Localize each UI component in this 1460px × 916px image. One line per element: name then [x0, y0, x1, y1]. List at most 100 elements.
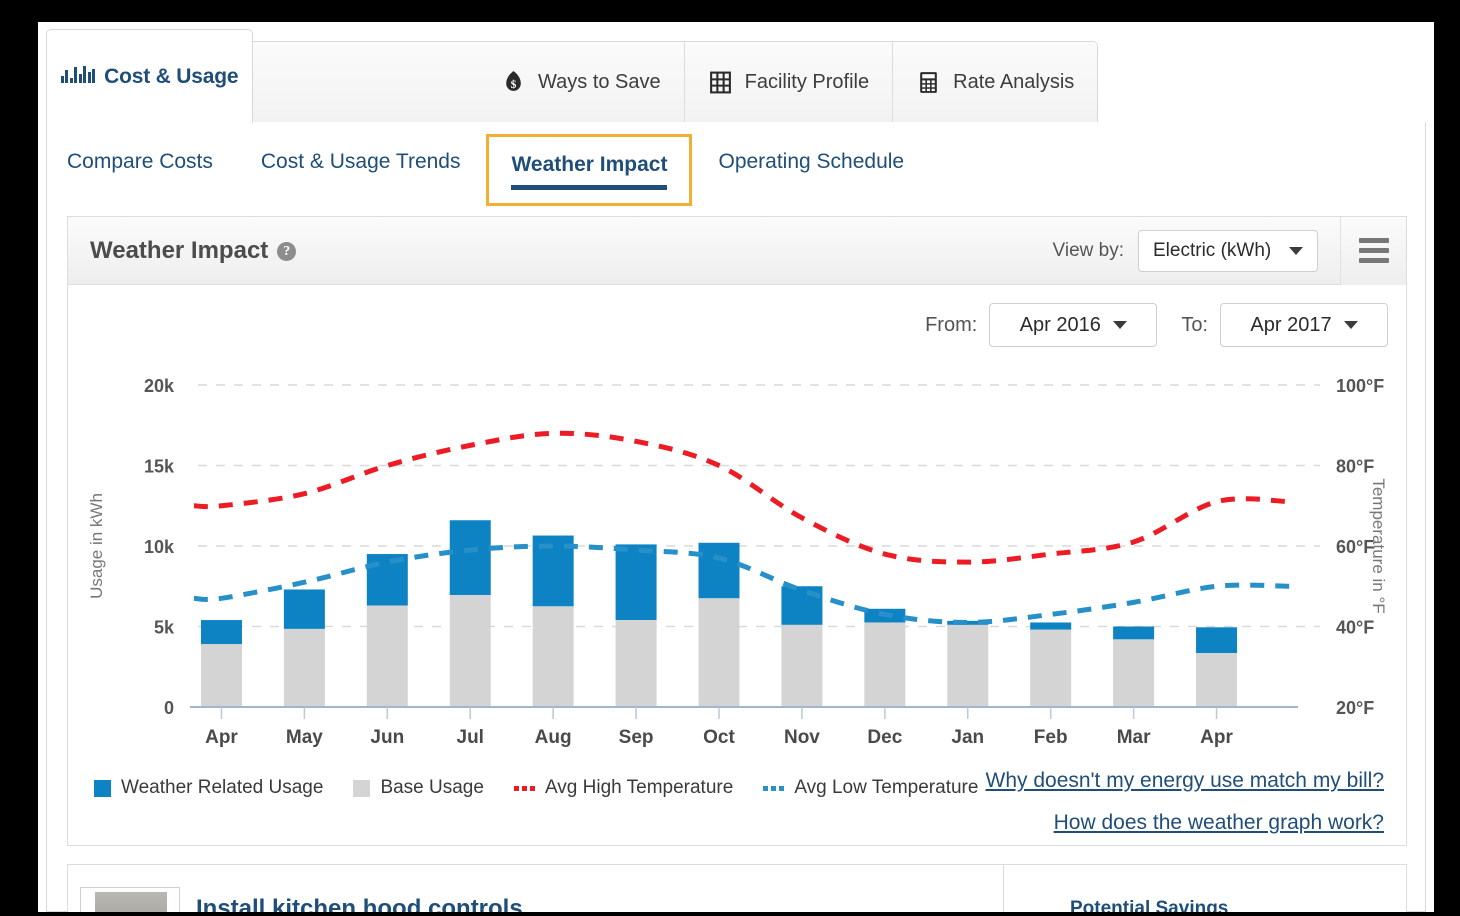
y-axis-tick-label: 5k: [154, 618, 175, 638]
x-axis-tick-label: May: [286, 727, 323, 748]
y2-axis-tick-label: 80°F: [1336, 457, 1374, 477]
x-axis-tick-label: Dec: [867, 727, 902, 748]
screenshot-root: $ Ways to Save Facility Profile: [0, 0, 1460, 916]
question-mark-circle-icon[interactable]: ?: [277, 242, 296, 261]
panel-title: Weather Impact?: [90, 237, 296, 265]
bar-base-usage: [947, 625, 988, 707]
date-range-controls: From: Apr 2016 To: Apr 2017: [913, 303, 1388, 347]
bar-weather-related-usage: [1030, 622, 1071, 629]
from-date-select[interactable]: Apr 2016: [989, 303, 1157, 347]
bar-weather-related-usage: [781, 586, 822, 625]
active-tab-underline: [511, 185, 667, 190]
bar-base-usage: [1030, 630, 1071, 707]
tab-label: Ways to Save: [538, 71, 661, 94]
recommendation-row[interactable]: Install kitchen hood controls Potential …: [67, 864, 1407, 912]
secondary-tab-row: Compare Costs Cost & Usage Trends Weathe…: [67, 150, 952, 190]
bar-weather-related-usage: [201, 620, 242, 644]
y-axis-tick-label: 10k: [144, 537, 175, 557]
from-date-value: Apr 2016: [1020, 314, 1101, 337]
y2-axis-tick-label: 100°F: [1336, 376, 1384, 396]
kitchen-hood-thumbnail: [80, 887, 180, 912]
x-axis-tick-label: Jan: [951, 727, 984, 748]
chevron-down-icon: [1289, 247, 1303, 255]
y-axis-title: Usage in kWh: [87, 493, 106, 599]
price-tag-dollar-icon: $: [501, 70, 526, 95]
bar-base-usage: [781, 625, 822, 707]
legend-item-avg-high-temperature[interactable]: Avg High Temperature: [514, 777, 733, 799]
link-why-energy-use-mismatch[interactable]: Why doesn't my energy use match my bill?: [986, 769, 1385, 793]
subtab-cost-usage-trends[interactable]: Cost & Usage Trends: [261, 150, 461, 178]
window-frame-right: [1434, 0, 1460, 916]
bar-weather-related-usage: [1113, 627, 1154, 640]
bar-base-usage: [1113, 639, 1154, 707]
subtab-compare-costs[interactable]: Compare Costs: [67, 150, 213, 178]
bar-base-usage: [533, 606, 574, 707]
legend-item-base-usage[interactable]: Base Usage: [353, 777, 484, 799]
content-card: Compare Costs Cost & Usage Trends Weathe…: [46, 122, 1426, 912]
line-avg-low-temperature: [194, 546, 1290, 622]
chevron-down-icon: [1113, 321, 1127, 329]
y2-axis-tick-label: 60°F: [1336, 537, 1374, 557]
application-area: $ Ways to Save Facility Profile: [38, 22, 1434, 912]
tab-cost-and-usage[interactable]: Cost & Usage: [46, 29, 253, 123]
link-how-weather-graph-works[interactable]: How does the weather graph work?: [986, 811, 1385, 835]
bar-weather-related-usage: [284, 589, 325, 628]
primary-tab-group: $ Ways to Save Facility Profile: [248, 41, 1098, 123]
view-by-label: View by:: [1053, 240, 1124, 262]
x-axis-tick-label: Apr: [1200, 727, 1233, 748]
line-avg-high-temperature: [194, 433, 1290, 562]
bar-base-usage: [450, 595, 491, 707]
x-axis-tick-label: Feb: [1034, 727, 1068, 748]
legend-swatch: [353, 780, 370, 797]
chart-canvas: 05k10k15k20k20°F40°F60°F80°F100°FUsage i…: [68, 357, 1408, 777]
hamburger-menu-icon[interactable]: [1340, 217, 1406, 285]
chevron-down-icon: [1344, 321, 1358, 329]
x-axis-tick-label: Aug: [535, 727, 572, 748]
subtab-weather-impact[interactable]: Weather Impact: [486, 134, 692, 206]
y-axis-tick-label: 15k: [144, 457, 175, 477]
window-frame-top: [0, 0, 1460, 22]
window-frame-left: [0, 0, 38, 916]
x-axis-tick-label: Sep: [619, 727, 654, 748]
to-date-select[interactable]: Apr 2017: [1220, 303, 1388, 347]
legend-item-avg-low-temperature[interactable]: Avg Low Temperature: [763, 777, 978, 799]
x-axis-tick-label: Jul: [457, 727, 484, 748]
bar-weather-related-usage: [450, 520, 491, 595]
tab-ways-to-save[interactable]: $ Ways to Save: [249, 42, 685, 123]
x-axis-tick-label: Mar: [1117, 727, 1151, 748]
window-frame-bottom: [0, 912, 1460, 916]
bar-weather-related-usage: [699, 543, 740, 599]
to-date-value: Apr 2017: [1250, 314, 1331, 337]
subtab-operating-schedule[interactable]: Operating Schedule: [718, 150, 904, 178]
x-axis-tick-label: Apr: [205, 727, 238, 748]
bar-weather-related-usage: [1196, 627, 1237, 653]
building-grid-icon: [708, 70, 733, 95]
legend-item-weather-related-usage[interactable]: Weather Related Usage: [94, 777, 323, 799]
panel-title-text: Weather Impact: [90, 237, 268, 264]
bar-base-usage: [616, 620, 657, 707]
legend-swatch: [94, 780, 111, 797]
bar-base-usage: [864, 622, 905, 707]
view-by-select[interactable]: Electric (kWh): [1138, 230, 1318, 272]
calculator-icon: [916, 70, 941, 95]
bar-base-usage: [699, 598, 740, 707]
bar-chart-icon: [61, 66, 96, 83]
secondary-tab-bar: Compare Costs Cost & Usage Trends Weathe…: [47, 122, 1425, 212]
x-axis-tick-label: Jun: [370, 727, 404, 748]
from-label: From:: [925, 314, 977, 337]
bar-base-usage: [284, 629, 325, 707]
tab-rate-analysis[interactable]: Rate Analysis: [893, 42, 1097, 123]
subtab-weather-impact-label: Weather Impact: [511, 153, 667, 176]
x-axis-tick-label: Nov: [784, 727, 820, 748]
legend-dash-icon: [514, 786, 535, 791]
chart-legend: Weather Related Usage Base Usage Avg Hig…: [94, 777, 1008, 799]
bar-weather-related-usage: [616, 544, 657, 620]
tab-label: Cost & Usage: [104, 65, 238, 88]
potential-savings-header: Potential Savings: [1070, 898, 1228, 912]
legend-label: Avg Low Temperature: [794, 777, 978, 799]
view-by-value: Electric (kWh): [1153, 240, 1271, 262]
y2-axis-tick-label: 20°F: [1336, 698, 1374, 718]
tab-facility-profile[interactable]: Facility Profile: [685, 42, 893, 123]
svg-text:$: $: [511, 78, 517, 91]
tab-cost-and-usage-label-group: Cost & Usage: [61, 65, 239, 89]
